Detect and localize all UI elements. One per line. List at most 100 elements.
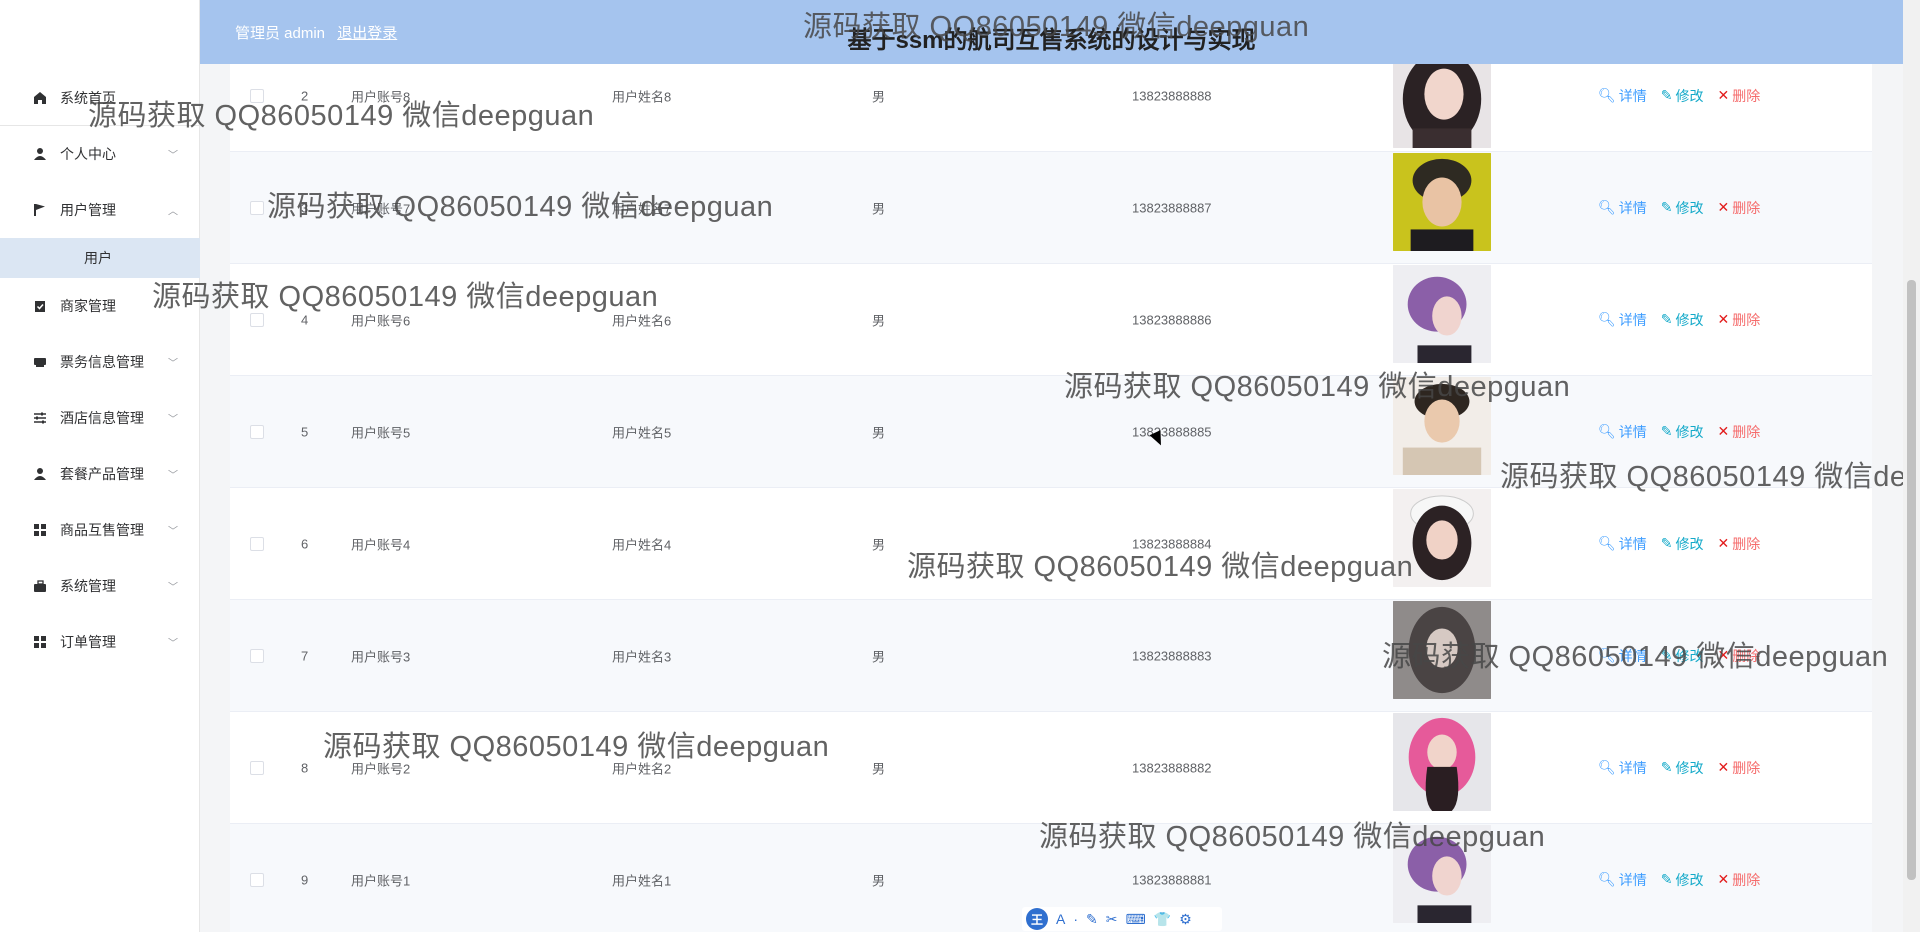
search-icon: 🔍︎ bbox=[1598, 311, 1616, 327]
detail-button[interactable]: 🔍︎ 详情 bbox=[1598, 198, 1647, 218]
edit-button[interactable]: ✎ 修改 bbox=[1661, 310, 1704, 330]
scrollbar-thumb[interactable] bbox=[1907, 280, 1916, 880]
ime-pen-icon[interactable]: ✎ bbox=[1086, 911, 1098, 928]
row-checkbox[interactable] bbox=[250, 312, 264, 327]
edit-button[interactable]: ✎ 修改 bbox=[1661, 198, 1704, 218]
edit-icon: ✎ bbox=[1660, 87, 1673, 103]
row-name: 用户姓名4 bbox=[612, 537, 672, 552]
row-phone: 13823888883 bbox=[1132, 648, 1212, 663]
delete-button[interactable]: ✕ 删除 bbox=[1718, 422, 1761, 442]
row-checkbox[interactable] bbox=[250, 648, 264, 663]
edit-icon: ✎ bbox=[1660, 199, 1673, 215]
ime-scissors-icon[interactable]: ✂ bbox=[1106, 911, 1118, 928]
sidebar-item-label: 商品互售管理 bbox=[60, 522, 144, 538]
detail-button[interactable]: 🔍︎ 详情 bbox=[1598, 534, 1647, 554]
detail-button[interactable]: 🔍︎ 详情 bbox=[1598, 758, 1647, 778]
ime-keyboard-icon[interactable]: ⌨ bbox=[1125, 911, 1145, 928]
delete-button[interactable]: ✕ 删除 bbox=[1718, 198, 1761, 218]
row-actions: 🔍︎ 详情 ✎ 修改 ✕ 删除 bbox=[1598, 198, 1760, 218]
sidebar-item-goods[interactable]: 商品互售管理 ﹀ bbox=[0, 502, 200, 558]
delete-button[interactable]: ✕ 删除 bbox=[1718, 310, 1761, 330]
edit-button[interactable]: ✎ 修改 bbox=[1661, 758, 1704, 778]
delete-button[interactable]: ✕ 删除 bbox=[1718, 534, 1761, 554]
sidebar-item-tickets[interactable]: 票务信息管理 ﹀ bbox=[0, 334, 200, 390]
delete-button[interactable]: ✕ 删除 bbox=[1718, 758, 1761, 778]
search-icon: 🔍︎ bbox=[1598, 423, 1616, 439]
user-avatar bbox=[1392, 64, 1492, 148]
row-checkbox[interactable] bbox=[250, 200, 264, 215]
row-name: 用户姓名2 bbox=[612, 761, 672, 776]
user-avatar bbox=[1392, 713, 1492, 811]
ime-settings-icon[interactable]: ⚙ bbox=[1179, 911, 1192, 928]
row-index: 9 bbox=[301, 872, 309, 887]
row-account: 用户账号8 bbox=[351, 89, 411, 104]
ime-skin-icon[interactable]: 👕 bbox=[1154, 911, 1171, 928]
sidebar-item-label: 系统首页 bbox=[60, 89, 116, 106]
detail-button[interactable]: 🔍︎ 详情 bbox=[1598, 646, 1647, 666]
user-avatar bbox=[1392, 825, 1492, 923]
row-account: 用户账号2 bbox=[351, 761, 411, 776]
ime-logo[interactable]: 王 bbox=[1026, 908, 1048, 930]
sidebar-item-label: 订单管理 bbox=[60, 634, 116, 650]
detail-button[interactable]: 🔍︎ 详情 bbox=[1598, 310, 1647, 330]
edit-button[interactable]: ✎ 修改 bbox=[1661, 86, 1704, 106]
table-row: 4 用户账号6 用户姓名6 男 13823888886 🔍︎ 详情 ✎ 修改 ✕ 删除 bbox=[230, 264, 1872, 376]
detail-button[interactable]: 🔍︎ 详情 bbox=[1598, 422, 1647, 442]
page-scrollbar[interactable] bbox=[1903, 0, 1920, 932]
row-checkbox[interactable] bbox=[250, 872, 264, 887]
chevron-down-icon: ﹀ bbox=[168, 638, 178, 650]
row-gender: 男 bbox=[872, 89, 886, 104]
edit-icon: ✎ bbox=[1660, 423, 1673, 439]
edit-button[interactable]: ✎ 修改 bbox=[1661, 870, 1704, 890]
sidebar-item-home[interactable]: 系统首页 bbox=[0, 70, 200, 126]
edit-button[interactable]: ✎ 修改 bbox=[1661, 422, 1704, 442]
detail-button[interactable]: 🔍︎ 详情 bbox=[1598, 870, 1647, 890]
row-checkbox[interactable] bbox=[250, 536, 264, 551]
delete-button[interactable]: ✕ 删除 bbox=[1718, 646, 1761, 666]
sidebar-item-orders[interactable]: 订单管理 ﹀ bbox=[0, 614, 200, 670]
ime-toolbar: 王 A · ✎ ✂ ⌨ 👕 ⚙ bbox=[1022, 907, 1222, 931]
chevron-down-icon: ﹀ bbox=[168, 414, 178, 426]
row-checkbox[interactable] bbox=[250, 88, 264, 103]
table-row: 2 用户账号8 用户姓名8 男 13823888888 🔍︎ 详情 ✎ 修改 ✕ 删除 bbox=[230, 64, 1872, 152]
row-account: 用户账号7 bbox=[351, 201, 411, 216]
close-icon: ✕ bbox=[1717, 423, 1730, 439]
row-gender: 男 bbox=[872, 873, 886, 888]
row-checkbox[interactable] bbox=[250, 424, 264, 439]
sidebar-item-personal[interactable]: 个人中心 ﹀ bbox=[0, 126, 200, 182]
ime-punct-icon[interactable]: · bbox=[1073, 911, 1078, 927]
delete-button[interactable]: ✕ 删除 bbox=[1718, 86, 1761, 106]
row-index: 8 bbox=[301, 760, 309, 775]
user-icon bbox=[32, 466, 48, 482]
row-checkbox[interactable] bbox=[250, 760, 264, 775]
edit-button[interactable]: ✎ 修改 bbox=[1661, 534, 1704, 554]
table-row: 8 用户账号2 用户姓名2 男 13823888882 🔍︎ 详情 ✎ 修改 ✕ 删除 bbox=[230, 712, 1872, 824]
sidebar-menu: 系统首页 个人中心 ﹀ 用户管理 ︿ 用户 商家管理 票务信息管理 ﹀ 酒店信息… bbox=[0, 70, 200, 670]
sidebar-item-users[interactable]: 用户管理 ︿ bbox=[0, 182, 200, 238]
row-gender: 男 bbox=[872, 761, 886, 776]
row-name: 用户姓名8 bbox=[612, 89, 672, 104]
sidebar-item-system[interactable]: 系统管理 ﹀ bbox=[0, 558, 200, 614]
user-avatar bbox=[1392, 377, 1492, 475]
delete-button[interactable]: ✕ 删除 bbox=[1718, 870, 1761, 890]
sliders-icon bbox=[32, 410, 48, 426]
home-icon bbox=[32, 90, 48, 106]
edit-button[interactable]: ✎ 修改 bbox=[1661, 646, 1704, 666]
user-avatar bbox=[1392, 265, 1492, 363]
sidebar-subitem-users[interactable]: 用户 bbox=[0, 238, 200, 278]
sidebar-item-merchants[interactable]: 商家管理 bbox=[0, 278, 200, 334]
row-name: 用户姓名7 bbox=[612, 201, 672, 216]
row-name: 用户姓名1 bbox=[612, 873, 672, 888]
close-icon: ✕ bbox=[1717, 311, 1730, 327]
sidebar-item-hotels[interactable]: 酒店信息管理 ﹀ bbox=[0, 390, 200, 446]
row-index: 5 bbox=[301, 424, 309, 439]
ime-mode-icon[interactable]: A bbox=[1056, 911, 1065, 927]
user-table: 2 用户账号8 用户姓名8 男 13823888888 🔍︎ 详情 ✎ 修改 ✕ 删除… bbox=[230, 64, 1872, 932]
table-row: 6 用户账号4 用户姓名4 男 13823888884 🔍︎ 详情 ✎ 修改 ✕ 删除 bbox=[230, 488, 1872, 600]
sidebar-item-packages[interactable]: 套餐产品管理 ﹀ bbox=[0, 446, 200, 502]
detail-button[interactable]: 🔍︎ 详情 bbox=[1598, 86, 1647, 106]
row-account: 用户账号1 bbox=[351, 873, 411, 888]
sidebar-item-label: 票务信息管理 bbox=[60, 354, 144, 370]
close-icon: ✕ bbox=[1717, 871, 1730, 887]
row-actions: 🔍︎ 详情 ✎ 修改 ✕ 删除 bbox=[1598, 870, 1760, 890]
